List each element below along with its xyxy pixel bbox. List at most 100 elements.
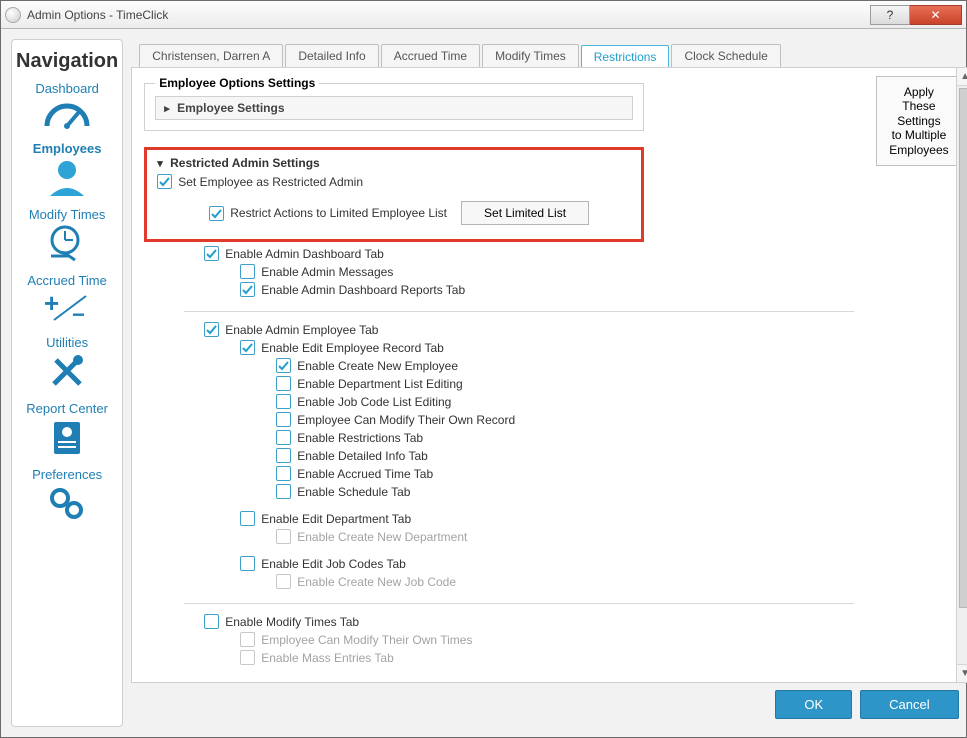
option-enable-job-code-list-editing[interactable]: Enable Job Code List Editing — [276, 394, 864, 409]
option-enable-detailed-info-tab[interactable]: Enable Detailed Info Tab — [276, 448, 864, 463]
checkbox[interactable] — [276, 448, 291, 463]
checkbox[interactable] — [276, 466, 291, 481]
checkbox[interactable] — [209, 206, 224, 221]
window-frame: Admin Options - TimeClick ? ✕ Navigation… — [0, 0, 967, 738]
checkbox[interactable] — [276, 430, 291, 445]
option-enable-edit-job-codes-tab[interactable]: Enable Edit Job Codes Tab — [240, 556, 864, 571]
checkbox[interactable] — [240, 556, 255, 571]
option-enable-create-new-employee[interactable]: Enable Create New Employee — [276, 358, 864, 373]
option-employee-can-modify-own-times: Employee Can Modify Their Own Times — [240, 632, 864, 647]
checkbox[interactable] — [276, 358, 291, 373]
tools-icon — [26, 352, 108, 395]
close-button[interactable]: ✕ — [910, 5, 962, 25]
apply-settings-multiple-button[interactable]: Apply These Settings to Multiple Employe… — [876, 76, 961, 166]
checkbox[interactable] — [204, 614, 219, 629]
nav-item-employees[interactable]: Employees — [26, 141, 108, 201]
option-enable-schedule-tab[interactable]: Enable Schedule Tab — [276, 484, 864, 499]
help-button[interactable]: ? — [870, 5, 910, 25]
checkbox-label: Enable Edit Employee Record Tab — [261, 341, 444, 355]
title-controls: ? ✕ — [870, 5, 962, 25]
checkbox-label: Enable Schedule Tab — [297, 485, 410, 499]
checkbox-label: Enable Restrictions Tab — [297, 431, 423, 445]
app-icon — [5, 7, 21, 23]
tab-christensen-darren-a[interactable]: Christensen, Darren A — [139, 44, 283, 67]
svg-text:+: + — [44, 290, 59, 318]
nav-item-utilities[interactable]: Utilities — [26, 335, 108, 395]
restrict-actions-checkbox-row[interactable]: Restrict Actions to Limited Employee Lis… — [209, 206, 447, 221]
titlebar: Admin Options - TimeClick ? ✕ — [1, 1, 966, 29]
nav-item-report-center[interactable]: Report Center — [26, 401, 108, 461]
option-employee-can-modify-own-record[interactable]: Employee Can Modify Their Own Record — [276, 412, 864, 427]
settings-scroll-area: Employee Options Settings Employee Setti… — [144, 76, 864, 674]
checkbox[interactable] — [157, 174, 172, 189]
checkbox-label: Enable Edit Job Codes Tab — [261, 557, 406, 571]
option-enable-create-new-job-code: Enable Create New Job Code — [276, 574, 864, 589]
nav-item-label: Employees — [26, 141, 108, 156]
divider — [184, 603, 854, 604]
set-employee-restricted-admin[interactable]: Set Employee as Restricted Admin — [157, 174, 631, 189]
nav-item-label: Report Center — [26, 401, 108, 416]
nav-item-preferences[interactable]: Preferences — [26, 467, 108, 527]
checkbox[interactable] — [240, 511, 255, 526]
tab-accrued-time[interactable]: Accrued Time — [381, 44, 480, 67]
checkbox-label: Employee Can Modify Their Own Record — [297, 413, 515, 427]
checkbox-label: Enable Create New Job Code — [297, 575, 456, 589]
checkbox-label: Employee Can Modify Their Own Times — [261, 633, 472, 647]
checkbox[interactable] — [240, 340, 255, 355]
nav-item-label: Modify Times — [26, 207, 108, 222]
option-enable-accrued-time-tab[interactable]: Enable Accrued Time Tab — [276, 466, 864, 481]
nav-item-label: Utilities — [26, 335, 108, 350]
checkbox-label: Enable Accrued Time Tab — [297, 467, 433, 481]
scroll-down-arrow-icon[interactable]: ▼ — [957, 664, 967, 682]
option-enable-admin-dashboard-reports-tab[interactable]: Enable Admin Dashboard Reports Tab — [240, 282, 864, 297]
employee-options-legend: Employee Options Settings — [155, 76, 319, 90]
option-enable-mass-entries-tab: Enable Mass Entries Tab — [240, 650, 864, 665]
checkbox-label: Set Employee as Restricted Admin — [178, 175, 363, 189]
tabstrip: Christensen, Darren ADetailed InfoAccrue… — [139, 39, 967, 67]
option-enable-admin-dashboard-tab[interactable]: Enable Admin Dashboard Tab — [204, 246, 864, 261]
tab-detailed-info[interactable]: Detailed Info — [285, 44, 378, 67]
nav-item-modify-times[interactable]: Modify Times — [26, 207, 108, 267]
ok-button[interactable]: OK — [775, 690, 852, 719]
navigation-sidebar: Navigation DashboardEmployeesModify Time… — [11, 39, 123, 727]
tab-modify-times[interactable]: Modify Times — [482, 44, 579, 67]
nav-item-label: Preferences — [26, 467, 108, 482]
chevron-down-icon — [157, 156, 163, 170]
nav-item-accrued-time[interactable]: Accrued Time+− — [26, 273, 108, 329]
panel-right-column: Apply These Settings to Multiple Employe… — [876, 76, 961, 674]
checkbox-label: Enable Modify Times Tab — [225, 615, 359, 629]
checkbox-label: Enable Create New Department — [297, 530, 467, 544]
tab-restrictions[interactable]: Restrictions — [581, 45, 670, 68]
checkbox[interactable] — [276, 484, 291, 499]
divider — [184, 311, 854, 312]
restrict-actions-row: Restrict Actions to Limited Employee Lis… — [209, 201, 631, 225]
nav-item-dashboard[interactable]: Dashboard — [26, 81, 108, 135]
cancel-button[interactable]: Cancel — [860, 690, 958, 719]
option-enable-admin-employee-tab[interactable]: Enable Admin Employee Tab — [204, 322, 864, 337]
option-enable-edit-employee-record-tab[interactable]: Enable Edit Employee Record Tab — [240, 340, 864, 355]
checkbox[interactable] — [276, 412, 291, 427]
option-enable-modify-times-tab[interactable]: Enable Modify Times Tab — [204, 614, 864, 629]
checkbox[interactable] — [204, 322, 219, 337]
checkbox — [276, 574, 291, 589]
checkbox[interactable] — [240, 282, 255, 297]
tab-clock-schedule[interactable]: Clock Schedule — [671, 44, 780, 67]
option-enable-admin-messages[interactable]: Enable Admin Messages — [240, 264, 864, 279]
vertical-scrollbar[interactable]: ▲ ▼ — [956, 68, 967, 682]
option-enable-edit-department-tab[interactable]: Enable Edit Department Tab — [240, 511, 864, 526]
employee-settings-expander[interactable]: Employee Settings — [155, 96, 633, 120]
chevron-right-icon — [164, 101, 170, 115]
checkbox[interactable] — [240, 264, 255, 279]
scroll-thumb[interactable] — [959, 88, 967, 608]
scroll-up-arrow-icon[interactable]: ▲ — [957, 68, 967, 86]
checkbox[interactable] — [204, 246, 219, 261]
checkbox[interactable] — [276, 376, 291, 391]
option-enable-department-list-editing[interactable]: Enable Department List Editing — [276, 376, 864, 391]
restricted-admin-header[interactable]: Restricted Admin Settings — [157, 156, 631, 170]
client-area: Navigation DashboardEmployeesModify Time… — [1, 29, 966, 737]
window-title: Admin Options - TimeClick — [27, 8, 870, 22]
checkbox-label: Enable Admin Dashboard Reports Tab — [261, 283, 465, 297]
option-enable-restrictions-tab[interactable]: Enable Restrictions Tab — [276, 430, 864, 445]
set-limited-list-button[interactable]: Set Limited List — [461, 201, 589, 225]
checkbox[interactable] — [276, 394, 291, 409]
